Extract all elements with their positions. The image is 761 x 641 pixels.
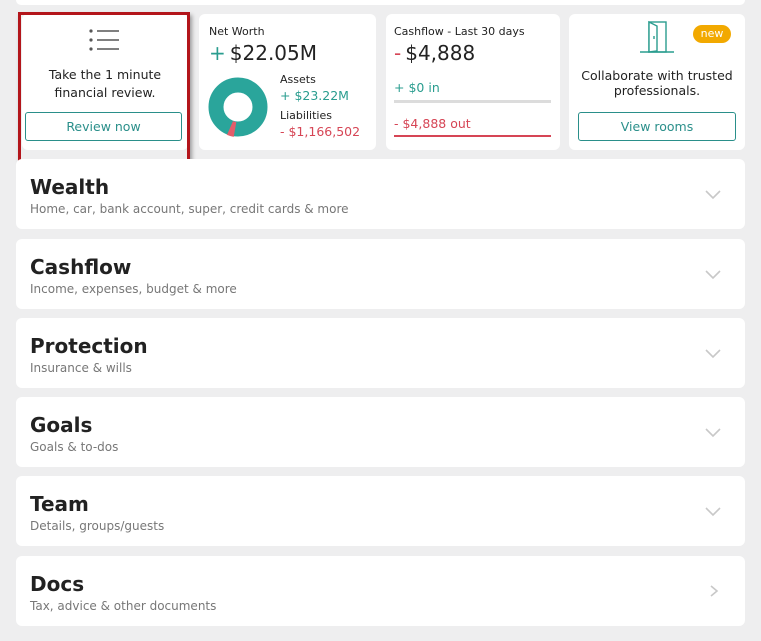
chevron-down-icon[interactable] <box>704 346 722 360</box>
assets-value: + $23.22M <box>280 88 349 103</box>
liabilities-value: - $1,166,502 <box>280 124 361 139</box>
net-worth-amount: $22.05M <box>229 41 318 65</box>
cashflow-in-label: in <box>428 80 440 95</box>
cashflow-amount: $4,888 <box>405 41 476 65</box>
section-title: Cashflow <box>30 255 132 279</box>
section-subtitle: Tax, advice & other documents <box>30 599 217 613</box>
cashflow-out: - $4,888 out <box>394 116 471 131</box>
rooms-text: Collaborate with trusted professionals. <box>581 68 733 98</box>
cashflow-out-value: - $4,888 <box>394 116 447 131</box>
section-title: Protection <box>30 334 148 358</box>
chevron-down-icon[interactable] <box>704 504 722 518</box>
section-title: Goals <box>30 413 93 437</box>
cashflow-in-bar <box>394 100 551 103</box>
net-worth-label: Net Worth <box>209 25 265 38</box>
dashboard: Take the 1 minute financial review. Revi… <box>0 0 761 641</box>
cashflow-out-label: out <box>450 116 471 131</box>
cashflow-label: Cashflow - Last 30 days <box>394 25 525 38</box>
cashflow-card[interactable]: Cashflow - Last 30 days - $4,888 + $0 in … <box>386 14 560 150</box>
section-docs[interactable]: Docs Tax, advice & other documents <box>16 556 745 626</box>
chevron-right-icon[interactable] <box>704 584 722 598</box>
new-badge: new <box>693 25 731 43</box>
cashflow-sign: - <box>394 41 402 65</box>
net-worth-card[interactable]: Net Worth + $22.05M Assets + $23.22M Liab… <box>199 14 376 150</box>
section-wealth[interactable]: Wealth Home, car, bank account, super, c… <box>16 159 745 229</box>
section-title: Wealth <box>30 175 110 199</box>
section-subtitle: Income, expenses, budget & more <box>30 282 237 296</box>
assets-label: Assets <box>280 73 316 86</box>
highlight-box <box>18 12 190 163</box>
section-protection[interactable]: Protection Insurance & wills <box>16 318 745 388</box>
door-icon <box>640 20 674 53</box>
cashflow-in: + $0 in <box>394 80 440 95</box>
chevron-down-icon[interactable] <box>704 187 722 201</box>
chevron-down-icon[interactable] <box>704 267 722 281</box>
cashflow-value: - $4,888 <box>394 41 475 65</box>
section-subtitle: Home, car, bank account, super, credit c… <box>30 202 349 216</box>
section-goals[interactable]: Goals Goals & to-dos <box>16 397 745 467</box>
net-worth-donut-chart <box>208 77 268 137</box>
section-cashflow[interactable]: Cashflow Income, expenses, budget & more <box>16 239 745 309</box>
cashflow-out-bar <box>394 135 551 137</box>
net-worth-value: + $22.05M <box>209 41 317 65</box>
net-worth-sign: + <box>209 41 226 65</box>
section-team[interactable]: Team Details, groups/guests <box>16 476 745 546</box>
section-title: Docs <box>30 572 85 596</box>
section-subtitle: Goals & to-dos <box>30 440 119 454</box>
cashflow-in-value: + $0 <box>394 80 425 95</box>
section-subtitle: Insurance & wills <box>30 361 132 375</box>
view-rooms-button[interactable]: View rooms <box>578 112 736 141</box>
liabilities-label: Liabilities <box>280 109 332 122</box>
top-panel-edge <box>16 0 745 5</box>
section-subtitle: Details, groups/guests <box>30 519 165 533</box>
rooms-card: new Collaborate with trusted professiona… <box>569 14 745 150</box>
section-title: Team <box>30 492 89 516</box>
chevron-down-icon[interactable] <box>704 425 722 439</box>
